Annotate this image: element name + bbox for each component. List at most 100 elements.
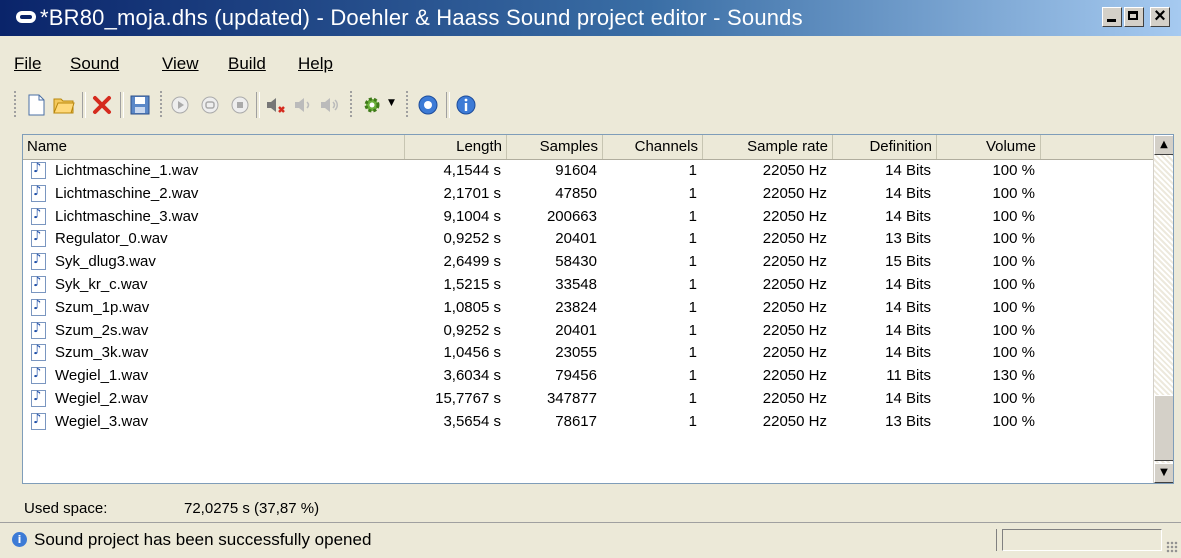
cell-sample-rate: 22050 Hz	[762, 184, 827, 202]
toolbar-grip[interactable]	[350, 91, 355, 117]
cell-samples: 58430	[555, 253, 597, 271]
cell-name: Regulator_0.wav	[55, 230, 168, 248]
column-header-length[interactable]: Length	[405, 135, 507, 159]
table-row[interactable]: Regulator_0.wav 0,9252 s 20401 1 22050 Hz 13 …	[23, 228, 1153, 250]
column-header-definition[interactable]: Definition	[833, 135, 937, 159]
toolbar-grip[interactable]	[14, 91, 19, 117]
maximize-button[interactable]	[1124, 7, 1144, 27]
cell-name: Szum_2s.wav	[55, 321, 149, 339]
wav-file-icon	[31, 161, 46, 179]
cell-sample-rate: 22050 Hz	[762, 390, 827, 407]
new-file-icon[interactable]	[24, 93, 48, 117]
table-row[interactable]: Lichtmaschine_2.wav 2,1701 s 47850 1 22050 H…	[23, 183, 1153, 205]
cell-name: Lichtmaschine_2.wav	[55, 184, 199, 202]
toolbar-grip[interactable]	[160, 91, 165, 117]
table-row[interactable]: Szum_1p.wav 1,0805 s 23824 1 22050 Hz 14 Bits…	[23, 297, 1153, 319]
menu-help[interactable]: Help	[298, 54, 333, 74]
cell-channels: 1	[688, 253, 697, 271]
cell-name: Syk_dlug3.wav	[55, 253, 156, 271]
column-header-name[interactable]: Name	[23, 135, 405, 159]
save-icon[interactable]	[128, 93, 152, 117]
stop-icon[interactable]	[228, 93, 252, 117]
cell-channels: 1	[688, 184, 697, 202]
menu-file[interactable]: File	[14, 54, 41, 74]
cell-sample-rate: 22050 Hz	[762, 230, 827, 248]
cell-volume: 130 %	[992, 367, 1035, 385]
close-button[interactable]: ×	[1150, 5, 1170, 27]
table-row[interactable]: Syk_kr_c.wav 1,5215 s 33548 1 22050 Hz 14 Bit…	[23, 274, 1153, 296]
cell-definition: 14 Bits	[885, 207, 931, 225]
chevron-down-icon[interactable]: ▼	[388, 98, 395, 108]
loop-icon[interactable]	[198, 93, 222, 117]
toolbar-separator	[256, 92, 260, 118]
cell-definition: 15 Bits	[885, 253, 931, 271]
cell-channels: 1	[688, 367, 697, 385]
cell-definition: 13 Bits	[885, 412, 931, 430]
cell-sample-rate: 22050 Hz	[762, 207, 827, 225]
play-icon[interactable]	[168, 93, 192, 117]
menu-sound[interactable]: Sound	[70, 54, 119, 74]
cell-channels: 1	[688, 390, 697, 407]
column-header-volume[interactable]: Volume	[937, 135, 1041, 159]
status-bar: i Sound project has been successfully op…	[0, 522, 1181, 558]
cell-length: 0,9252 s	[443, 321, 501, 339]
table-row[interactable]: Wegiel_2.wav 15,7767 s 347877 1 22050 Hz 14 B…	[23, 388, 1153, 410]
cell-length: 9,1004 s	[443, 207, 501, 225]
cell-volume: 100 %	[992, 230, 1035, 248]
delete-icon[interactable]	[90, 93, 114, 117]
scroll-down-button[interactable]: ▼	[1154, 463, 1173, 483]
settings-gear-icon[interactable]	[360, 93, 384, 117]
cell-length: 3,5654 s	[443, 412, 501, 430]
table-row[interactable]: Wegiel_3.wav 3,5654 s 78617 1 22050 Hz 13 Bit…	[23, 411, 1153, 433]
cell-volume: 100 %	[992, 162, 1035, 179]
close-icon: ×	[1154, 5, 1166, 27]
cell-samples: 20401	[555, 230, 597, 248]
open-folder-icon[interactable]	[52, 93, 76, 117]
status-message: Sound project has been successfully open…	[34, 530, 372, 549]
menu-view[interactable]: View	[162, 54, 199, 74]
info-icon[interactable]	[454, 93, 478, 117]
vertical-scrollbar[interactable]: ▲ ▼	[1153, 135, 1173, 483]
table-row[interactable]: Szum_3k.wav 1,0456 s 23055 1 22050 Hz 14 Bits…	[23, 342, 1153, 364]
resize-grip[interactable]	[1166, 541, 1178, 553]
cell-channels: 1	[688, 298, 697, 316]
column-header-channels[interactable]: Channels	[603, 135, 703, 159]
wav-file-icon	[31, 321, 46, 339]
cell-length: 15,7767 s	[435, 390, 501, 407]
cell-samples: 33548	[555, 276, 597, 293]
table-row[interactable]: Syk_dlug3.wav 2,6499 s 58430 1 22050 Hz 15 Bi…	[23, 251, 1153, 273]
toolbar: ▼	[14, 87, 624, 123]
toolbar-grip[interactable]	[406, 91, 411, 117]
minimize-button[interactable]	[1102, 7, 1122, 27]
help-icon[interactable]	[416, 93, 440, 117]
column-header-sample-rate[interactable]: Sample rate	[703, 135, 833, 159]
cell-length: 4,1544 s	[443, 162, 501, 179]
cell-samples: 78617	[555, 412, 597, 430]
cell-volume: 100 %	[992, 298, 1035, 316]
scroll-up-button[interactable]: ▲	[1154, 135, 1173, 155]
cell-definition: 14 Bits	[885, 390, 931, 407]
column-header-samples[interactable]: Samples	[507, 135, 603, 159]
cell-name: Szum_3k.wav	[55, 344, 149, 362]
cell-volume: 100 %	[992, 207, 1035, 225]
sound-mute-icon[interactable]	[292, 93, 316, 117]
cell-definition: 14 Bits	[885, 344, 931, 362]
cell-length: 1,5215 s	[443, 276, 501, 293]
cell-channels: 1	[688, 412, 697, 430]
app-icon[interactable]	[16, 11, 36, 23]
cell-samples: 200663	[546, 207, 597, 225]
sound-icon[interactable]	[318, 93, 342, 117]
cell-samples: 347877	[546, 390, 597, 407]
wav-file-icon	[31, 366, 46, 385]
menu-build[interactable]: Build	[228, 54, 266, 74]
table-row[interactable]: Lichtmaschine_3.wav 9,1004 s 200663 1 22050 …	[23, 206, 1153, 228]
cell-volume: 100 %	[992, 344, 1035, 362]
table-row[interactable]: Lichtmaschine_1.wav 4,1544 s 91604 1 22050 H…	[23, 160, 1153, 182]
cell-channels: 1	[688, 344, 697, 362]
sound-on-icon[interactable]	[264, 93, 288, 117]
cell-length: 3,6034 s	[443, 367, 501, 385]
table-row[interactable]: Szum_2s.wav 0,9252 s 20401 1 22050 Hz 14 Bits…	[23, 320, 1153, 342]
scroll-thumb[interactable]	[1154, 395, 1173, 461]
cell-name: Wegiel_3.wav	[55, 412, 149, 430]
table-row[interactable]: Wegiel_1.wav 3,6034 s 79456 1 22050 Hz 11 Bit…	[23, 365, 1153, 387]
